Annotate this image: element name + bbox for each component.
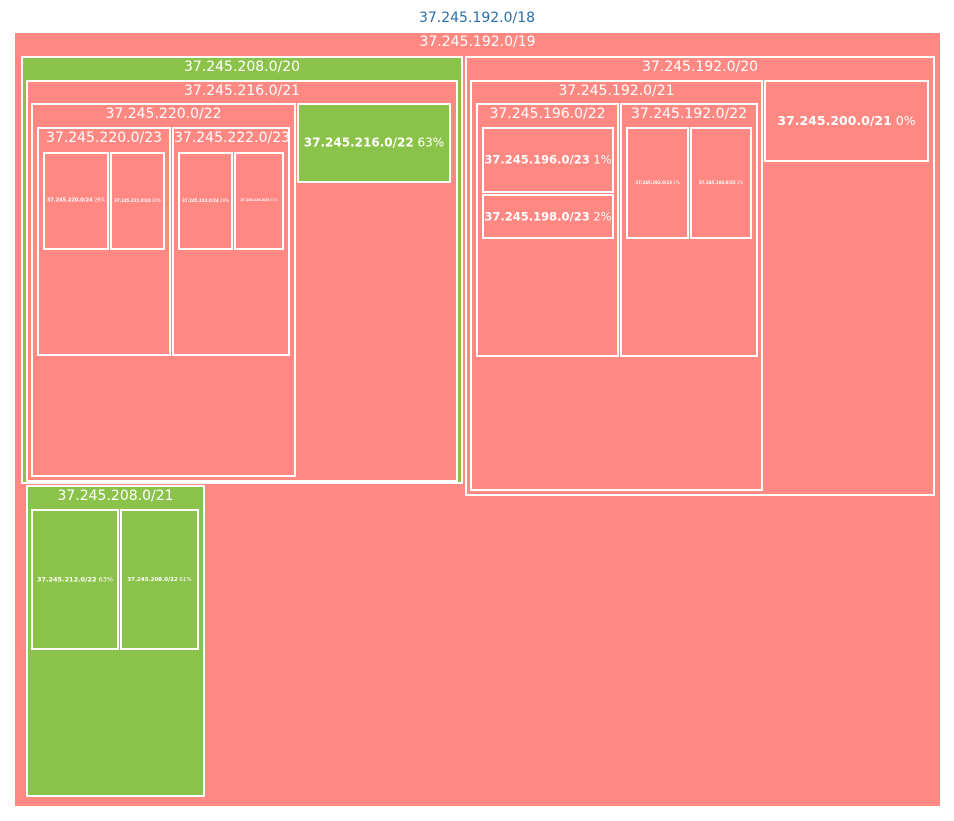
treemap-leaf-name: 37.245.216.0/22 xyxy=(303,135,414,150)
treemap-node-label: 37.245.196.0/22 xyxy=(489,106,606,122)
treemap-leaf-percent: 0% xyxy=(891,113,916,129)
treemap-leaf-percent: 1% xyxy=(672,179,680,185)
treemap-node-n198_23[interactable]: 37.245.198.0/23 2% xyxy=(482,194,614,239)
treemap-node-n192_23[interactable]: 37.245.192.0/23 1% xyxy=(626,127,689,239)
treemap-node-label: 37.245.212.0/22 63% xyxy=(33,574,117,583)
treemap-node-label: 37.245.222.0/23 xyxy=(174,130,290,146)
treemap-leaf-percent: 2% xyxy=(735,179,744,185)
treemap-node-label: 37.245.192.0/21 xyxy=(558,83,675,99)
treemap-node-label: 37.245.216.0/22 63% xyxy=(299,136,449,149)
treemap-node-label: 37.245.192.0/22 xyxy=(630,106,748,122)
treemap-node-label: 37.245.220.0/23 xyxy=(45,130,163,146)
treemap-node-n212_22[interactable]: 37.245.212.0/22 63% xyxy=(31,509,119,650)
treemap-leaf-percent: 61% xyxy=(177,576,192,583)
treemap-leaf-percent: 29% xyxy=(218,197,229,203)
treemap-node-n220_24[interactable]: 37.245.220.0/24 26% xyxy=(43,152,109,250)
treemap-node-label: 37.245.200.0/21 0% xyxy=(766,114,927,128)
treemap-node-n196_23[interactable]: 37.245.196.0/23 1% xyxy=(482,127,614,193)
treemap-leaf-name: 37.245.192.0/23 xyxy=(635,179,672,185)
treemap-node-label: 37.245.192.0/23 1% xyxy=(628,179,687,185)
treemap-node-label: 37.245.221.0/24 20% xyxy=(112,197,163,203)
treemap-leaf-percent: 26% xyxy=(92,197,106,204)
treemap-leaf-name: 37.245.208.0/22 xyxy=(127,576,178,583)
treemap-leaf-percent: 31% xyxy=(269,198,278,203)
treemap-node-label: 37.245.222.0/24 29% xyxy=(180,197,231,203)
treemap-node-label: 37.245.198.0/23 2% xyxy=(484,210,612,223)
treemap-node-n216_22[interactable]: 37.245.216.0/22 63% xyxy=(297,103,451,183)
treemap-node-label: 37.245.208.0/20 xyxy=(183,59,301,75)
treemap-node-n222_24[interactable]: 37.245.222.0/24 29% xyxy=(178,152,233,250)
treemap-node-label: 37.245.192.0/20 xyxy=(641,59,759,75)
treemap-leaf-name: 37.245.221.0/24 xyxy=(114,197,151,203)
treemap-leaf-name: 37.245.198.0/23 xyxy=(484,209,590,224)
treemap-node-n221_24[interactable]: 37.245.221.0/24 20% xyxy=(110,152,165,250)
treemap-leaf-name: 37.245.194.0/23 xyxy=(698,179,736,185)
treemap-node-label: 37.245.216.0/21 xyxy=(183,83,301,99)
treemap-leaf-name: 37.245.200.0/21 xyxy=(777,113,892,129)
treemap-node-n223_24[interactable]: 37.245.223.0/24 31% xyxy=(234,152,284,250)
treemap-node-n200_21[interactable]: 37.245.200.0/21 0% xyxy=(764,80,929,162)
treemap-leaf-name: 37.245.196.0/23 xyxy=(484,152,590,167)
treemap-leaf-percent: 63% xyxy=(413,135,445,150)
treemap-node-n208_22[interactable]: 37.245.208.0/22 61% xyxy=(120,509,199,650)
treemap-leaf-percent: 20% xyxy=(150,197,161,203)
treemap-node-label: 37.245.196.0/23 1% xyxy=(484,152,612,167)
treemap-node-label: 37.245.194.0/23 2% xyxy=(692,179,750,185)
treemap-leaf-percent: 1% xyxy=(589,152,612,167)
treemap-node-label: 37.245.220.0/24 26% xyxy=(45,198,107,204)
treemap-leaf-name: 37.245.222.0/24 xyxy=(182,197,219,203)
treemap-node-label: 37.245.223.0/24 31% xyxy=(236,198,282,203)
treemap-leaf-name: 37.245.223.0/24 xyxy=(240,198,270,203)
treemap-leaf-name: 37.245.212.0/22 xyxy=(36,574,97,583)
treemap-leaf-percent: 2% xyxy=(589,209,612,224)
treemap-root-label[interactable]: 37.245.192.0/18 xyxy=(0,10,954,26)
treemap-node-label: 37.245.208.0/22 61% xyxy=(122,576,197,582)
treemap-node-label: 37.245.192.0/19 xyxy=(419,34,536,50)
treemap-node-n194_23[interactable]: 37.245.194.0/23 2% xyxy=(690,127,752,239)
treemap-leaf-name: 37.245.220.0/24 xyxy=(46,197,93,204)
treemap-node-label: 37.245.208.0/21 xyxy=(57,488,174,504)
treemap-node-label: 37.245.220.0/22 xyxy=(105,106,222,122)
treemap-leaf-percent: 63% xyxy=(96,574,114,583)
